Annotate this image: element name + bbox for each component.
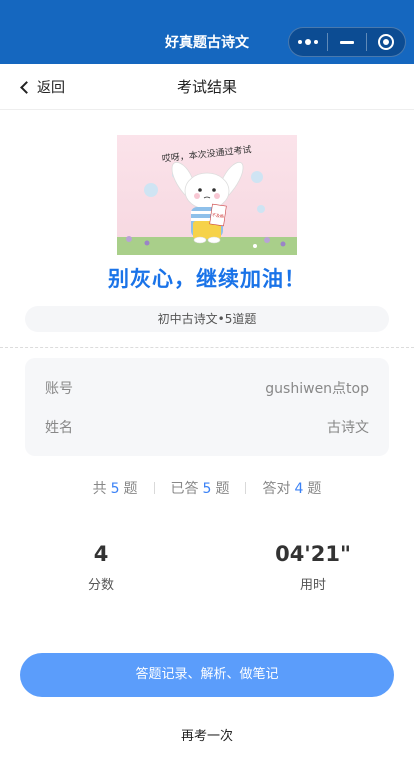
result-headline: 别灰心，继续加油！ (108, 267, 306, 291)
question-stats: 共5题 已答 5 题 答对 4 题 (0, 478, 414, 498)
total-suffix: 题 (123, 481, 138, 497)
account-row: 账号 gushiwen点top (45, 378, 369, 398)
correct-value: 4 (294, 481, 304, 497)
time-block: 04'21" 用时 (233, 542, 393, 593)
mini-program-capsule (288, 27, 406, 57)
name-value: 古诗文 (327, 420, 369, 436)
total-stat: 共5题 (93, 478, 138, 498)
answered-suffix: 题 (215, 481, 230, 497)
sad-bunny-illustration: 哎呀，本次没通过考试 不及格 (117, 135, 297, 255)
name-label: 姓名 (45, 420, 73, 436)
answered-prefix: 已答 (170, 481, 199, 497)
time-value: 04'21" (275, 542, 351, 566)
name-row: 姓名 古诗文 (45, 417, 369, 437)
total-value: 5 (110, 481, 120, 497)
time-label: 用时 (299, 578, 326, 593)
score-label: 分数 (87, 578, 114, 593)
correct-stat: 答对 4 题 (262, 478, 321, 498)
retake-exam-button[interactable]: 再考一次 (0, 725, 414, 744)
exam-tag: 初中古诗文•5道题 (25, 306, 389, 332)
more-button[interactable] (289, 28, 327, 56)
answer-records-button[interactable]: 答题记录、解析、做笔记 (20, 653, 394, 697)
minimize-button[interactable] (328, 28, 366, 56)
minimize-icon (340, 40, 354, 44)
stat-divider (245, 482, 247, 494)
result-illustration: 哎呀，本次没通过考试 不及格 (117, 135, 297, 255)
score-value: 4 (93, 542, 109, 566)
account-label: 账号 (45, 381, 73, 397)
dashed-divider (0, 347, 414, 348)
page-title: 考试结果 (176, 78, 237, 96)
more-dots-icon (298, 39, 318, 45)
account-value: gushiwen点top (265, 381, 369, 397)
total-prefix: 共 (92, 481, 107, 497)
correct-prefix: 答对 (262, 481, 291, 497)
answered-value: 5 (202, 481, 212, 497)
score-block: 4 分数 (21, 542, 181, 593)
target-icon (378, 34, 394, 50)
top-bar: 好真题古诗文 (0, 0, 414, 64)
correct-suffix: 题 (307, 481, 322, 497)
stat-divider (153, 482, 155, 494)
navigation-bar: 返回 考试结果 (0, 64, 414, 110)
account-info-card: 账号 gushiwen点top 姓名 古诗文 (25, 358, 389, 456)
answered-stat: 已答 5 题 (171, 478, 230, 498)
close-mini-program-button[interactable] (367, 28, 405, 56)
